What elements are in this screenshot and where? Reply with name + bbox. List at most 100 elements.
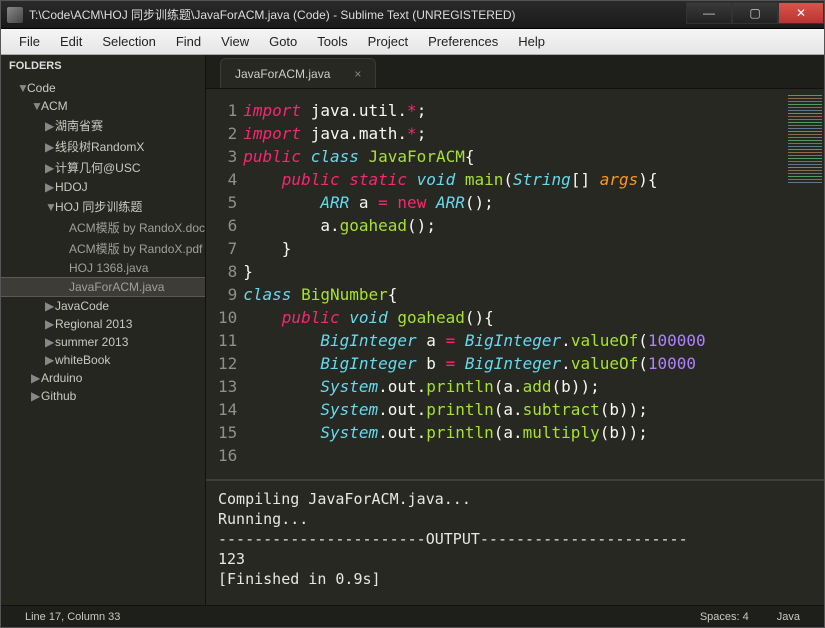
tree-item[interactable]: ▶Github bbox=[1, 387, 205, 405]
menu-selection[interactable]: Selection bbox=[92, 32, 165, 51]
code-line[interactable]: } bbox=[243, 260, 705, 283]
window-minimize-button[interactable]: — bbox=[686, 2, 732, 24]
line-gutter: 12345678910111213141516 bbox=[206, 89, 243, 479]
window-title: T:\Code\ACM\HOJ 同步训练题\JavaForACM.java (C… bbox=[29, 6, 686, 23]
menu-goto[interactable]: Goto bbox=[259, 32, 307, 51]
tree-item[interactable]: ▼ACM bbox=[1, 97, 205, 115]
tree-item-label: ACM模版 by RandoX.doc bbox=[69, 219, 205, 236]
tree-item[interactable]: ▶Regional 2013 bbox=[1, 315, 205, 333]
code-line[interactable]: } bbox=[243, 237, 705, 260]
caret-right-icon: ▶ bbox=[45, 119, 55, 133]
menu-help[interactable]: Help bbox=[508, 32, 555, 51]
editor-pane: JavaForACM.java × 1234567891011121314151… bbox=[206, 55, 824, 605]
tree-item[interactable]: ▼HOJ 同步训练题 bbox=[1, 196, 205, 217]
window-close-button[interactable]: ✕ bbox=[778, 2, 824, 24]
caret-right-icon: ▶ bbox=[31, 371, 41, 385]
statusbar: Line 17, Column 33 Spaces: 4 Java bbox=[1, 605, 824, 627]
code-line[interactable]: public static void main(String[] args){ bbox=[243, 168, 705, 191]
status-language[interactable]: Java bbox=[763, 611, 814, 623]
code-line[interactable]: public void goahead(){ bbox=[243, 306, 705, 329]
tree-item[interactable]: ACM模版 by RandoX.doc bbox=[1, 217, 205, 238]
app-icon bbox=[7, 7, 23, 23]
caret-down-icon: ▼ bbox=[17, 81, 27, 95]
code-line[interactable]: BigInteger a = BigInteger.valueOf(100000 bbox=[243, 329, 705, 352]
tree-item-label: Code bbox=[27, 81, 56, 95]
tree-item-label: 计算几何@USC bbox=[55, 159, 141, 176]
caret-right-icon: ▶ bbox=[31, 389, 41, 403]
menu-file[interactable]: File bbox=[9, 32, 50, 51]
tree-item[interactable]: ▶Arduino bbox=[1, 369, 205, 387]
titlebar: T:\Code\ACM\HOJ 同步训练题\JavaForACM.java (C… bbox=[1, 1, 824, 29]
line-number: 1 bbox=[218, 99, 237, 122]
line-number: 10 bbox=[218, 306, 237, 329]
tree-item[interactable]: ▶湖南省赛 bbox=[1, 115, 205, 136]
build-output[interactable]: Compiling JavaForACM.java... Running... … bbox=[206, 479, 824, 605]
window-controls: — ▢ ✕ bbox=[686, 6, 824, 24]
tree-item[interactable]: ▶计算几何@USC bbox=[1, 157, 205, 178]
code-line[interactable]: class BigNumber{ bbox=[243, 283, 705, 306]
menu-view[interactable]: View bbox=[211, 32, 259, 51]
folder-tree[interactable]: ▼Code▼ACM▶湖南省赛▶线段树RandomX▶计算几何@USC▶HDOJ▼… bbox=[1, 77, 205, 407]
tree-item[interactable]: HOJ 1368.java bbox=[1, 259, 205, 277]
menu-tools[interactable]: Tools bbox=[307, 32, 357, 51]
minimap[interactable] bbox=[784, 89, 824, 479]
tree-item-label: ACM模版 by RandoX.pdf bbox=[69, 240, 202, 257]
line-number: 14 bbox=[218, 398, 237, 421]
tree-item[interactable]: ▶summer 2013 bbox=[1, 333, 205, 351]
line-number: 2 bbox=[218, 122, 237, 145]
code-line[interactable]: System.out.println(a.add(b)); bbox=[243, 375, 705, 398]
line-number: 7 bbox=[218, 237, 237, 260]
tree-item[interactable]: ▶whiteBook bbox=[1, 351, 205, 369]
menu-preferences[interactable]: Preferences bbox=[418, 32, 508, 51]
caret-right-icon: ▶ bbox=[45, 161, 55, 175]
code-line[interactable]: import java.math.*; bbox=[243, 122, 705, 145]
menu-edit[interactable]: Edit bbox=[50, 32, 92, 51]
status-cursor-position[interactable]: Line 17, Column 33 bbox=[11, 611, 134, 623]
tree-item[interactable]: ▶线段树RandomX bbox=[1, 136, 205, 157]
caret-right-icon: ▶ bbox=[45, 180, 55, 194]
status-indentation[interactable]: Spaces: 4 bbox=[686, 611, 763, 623]
tree-item-label: Arduino bbox=[41, 371, 82, 385]
tab-label: JavaForACM.java bbox=[235, 67, 330, 81]
tree-item[interactable]: ▶HDOJ bbox=[1, 178, 205, 196]
tree-item-label: ACM bbox=[41, 99, 68, 113]
code-line[interactable]: import java.util.*; bbox=[243, 99, 705, 122]
sidebar: FOLDERS ▼Code▼ACM▶湖南省赛▶线段树RandomX▶计算几何@U… bbox=[1, 55, 206, 605]
tabbar: JavaForACM.java × bbox=[206, 55, 824, 89]
code-line[interactable]: public class JavaForACM{ bbox=[243, 145, 705, 168]
tab-active[interactable]: JavaForACM.java × bbox=[220, 58, 376, 88]
tree-item-label: Github bbox=[41, 389, 76, 403]
code-line[interactable]: ARR a = new ARR(); bbox=[243, 191, 705, 214]
caret-right-icon: ▶ bbox=[45, 299, 55, 313]
tree-item-label: Regional 2013 bbox=[55, 317, 132, 331]
tree-item[interactable]: ACM模版 by RandoX.pdf bbox=[1, 238, 205, 259]
caret-right-icon: ▶ bbox=[45, 353, 55, 367]
tree-item-label: summer 2013 bbox=[55, 335, 128, 349]
line-number: 12 bbox=[218, 352, 237, 375]
app-body: FOLDERS ▼Code▼ACM▶湖南省赛▶线段树RandomX▶计算几何@U… bbox=[1, 55, 824, 605]
code-line[interactable]: a.goahead(); bbox=[243, 214, 705, 237]
code-line[interactable]: System.out.println(a.subtract(b)); bbox=[243, 398, 705, 421]
minimap-preview bbox=[788, 95, 822, 185]
window-maximize-button[interactable]: ▢ bbox=[732, 2, 778, 24]
line-number: 6 bbox=[218, 214, 237, 237]
tree-item-label: HDOJ bbox=[55, 180, 88, 194]
code-line[interactable]: BigInteger b = BigInteger.valueOf(10000 bbox=[243, 352, 705, 375]
menu-project[interactable]: Project bbox=[358, 32, 418, 51]
close-icon[interactable]: × bbox=[354, 67, 361, 81]
code-content[interactable]: import java.util.*;import java.math.*;pu… bbox=[243, 89, 705, 479]
caret-right-icon: ▶ bbox=[45, 317, 55, 331]
tree-item-label: HOJ 1368.java bbox=[69, 261, 148, 275]
tree-item[interactable]: JavaForACM.java bbox=[1, 277, 205, 297]
tree-item-label: HOJ 同步训练题 bbox=[55, 198, 142, 215]
sidebar-header: FOLDERS bbox=[1, 55, 205, 77]
tree-item[interactable]: ▶JavaCode bbox=[1, 297, 205, 315]
code-editor[interactable]: 12345678910111213141516 import java.util… bbox=[206, 89, 824, 479]
line-number: 3 bbox=[218, 145, 237, 168]
code-line[interactable]: System.out.println(a.multiply(b)); bbox=[243, 421, 705, 444]
tree-item[interactable]: ▼Code bbox=[1, 79, 205, 97]
tree-item-label: JavaForACM.java bbox=[69, 280, 164, 294]
line-number: 8 bbox=[218, 260, 237, 283]
line-number: 16 bbox=[218, 444, 237, 467]
menu-find[interactable]: Find bbox=[166, 32, 211, 51]
